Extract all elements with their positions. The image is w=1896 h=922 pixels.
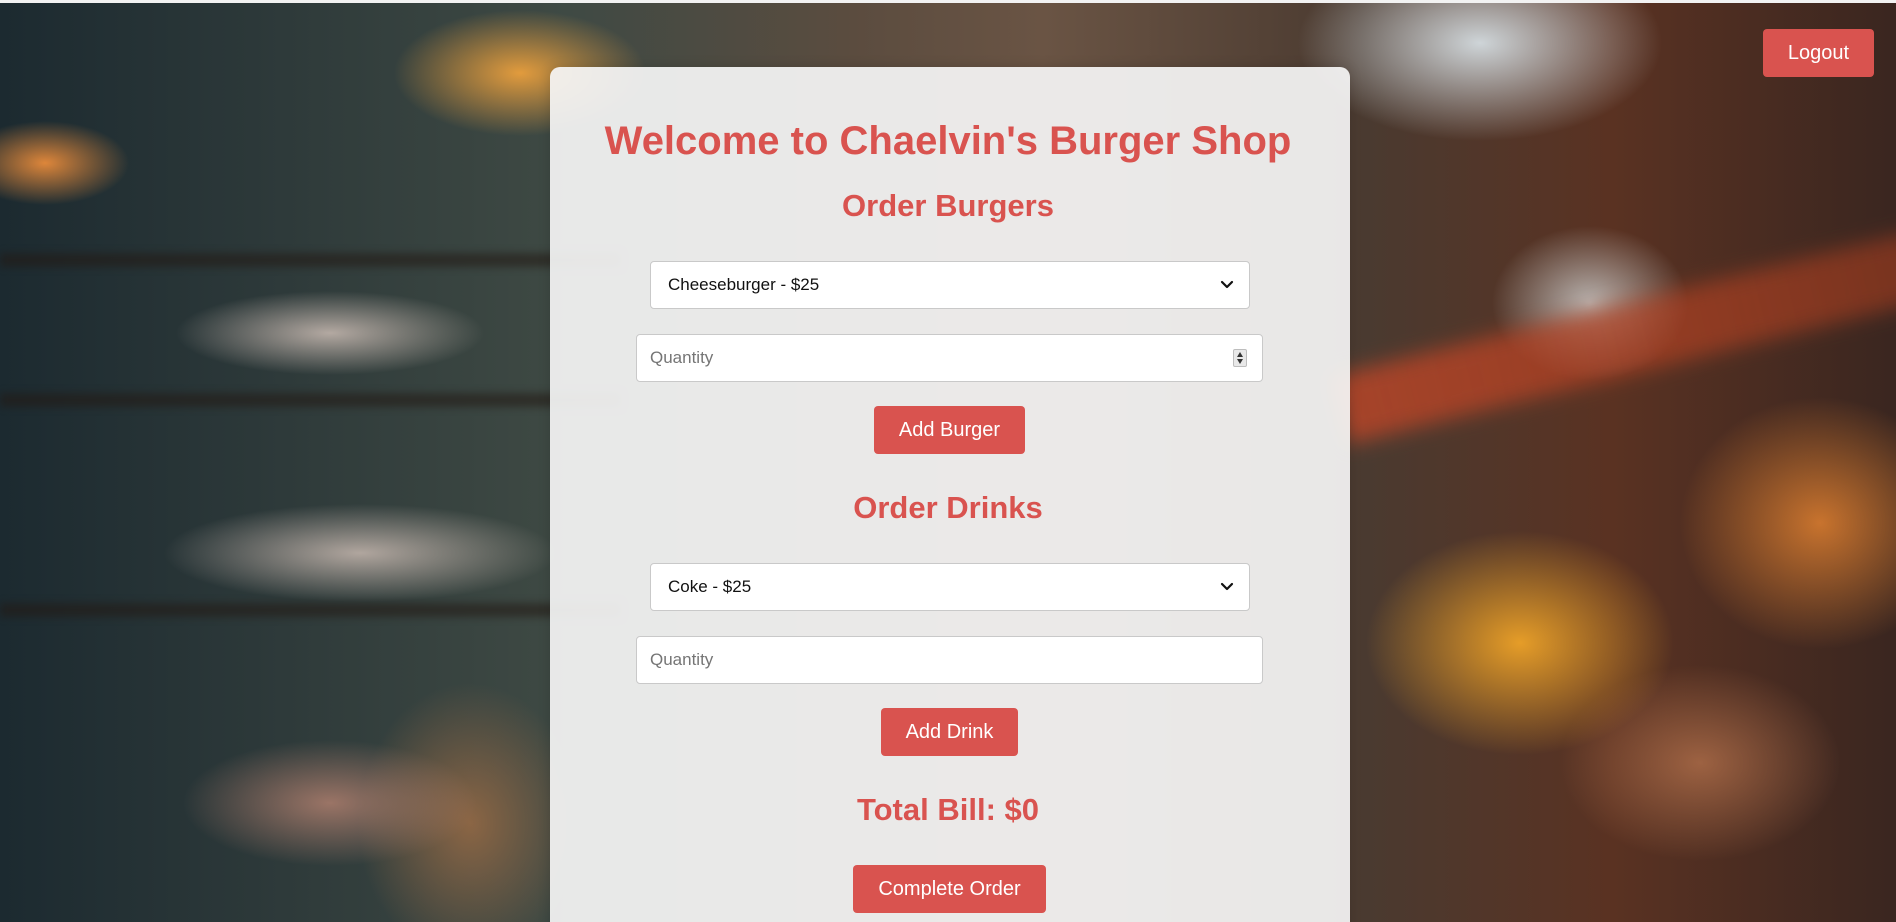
window-top-border bbox=[0, 0, 1896, 3]
burger-quantity-input[interactable]: Quantity bbox=[636, 334, 1263, 382]
stepper-icon[interactable] bbox=[1233, 349, 1247, 367]
drink-quantity-input[interactable]: Quantity bbox=[636, 636, 1263, 684]
add-drink-button[interactable]: Add Drink bbox=[881, 708, 1018, 756]
drink-select-value: Coke - $25 bbox=[668, 577, 752, 596]
total-bill: Total Bill: $0 bbox=[856, 792, 1039, 827]
logout-button[interactable]: Logout bbox=[1763, 29, 1874, 77]
burger-select[interactable]: Cheeseburger - $25 bbox=[650, 261, 1250, 309]
chevron-down-icon bbox=[1220, 582, 1234, 591]
add-burger-button[interactable]: Add Burger bbox=[874, 406, 1025, 454]
drink-select[interactable]: Coke - $25 bbox=[650, 563, 1250, 611]
page-title: Welcome to Chaelvin's Burger Shop bbox=[604, 119, 1292, 163]
background-shelf bbox=[0, 393, 620, 407]
drinks-heading: Order Drinks bbox=[853, 490, 1043, 525]
background-shelf bbox=[0, 253, 620, 267]
background-beam bbox=[1330, 231, 1896, 445]
burgers-heading: Order Burgers bbox=[842, 188, 1054, 223]
stepper-up-icon[interactable] bbox=[1237, 352, 1243, 357]
background-shelf bbox=[0, 603, 620, 617]
burger-select-value: Cheeseburger - $25 bbox=[668, 275, 820, 294]
complete-order-button[interactable]: Complete Order bbox=[853, 865, 1046, 913]
burger-quantity-placeholder: Quantity bbox=[650, 348, 714, 367]
drink-quantity-placeholder: Quantity bbox=[650, 650, 714, 669]
stepper-down-icon[interactable] bbox=[1237, 359, 1243, 364]
chevron-down-icon bbox=[1220, 280, 1234, 289]
